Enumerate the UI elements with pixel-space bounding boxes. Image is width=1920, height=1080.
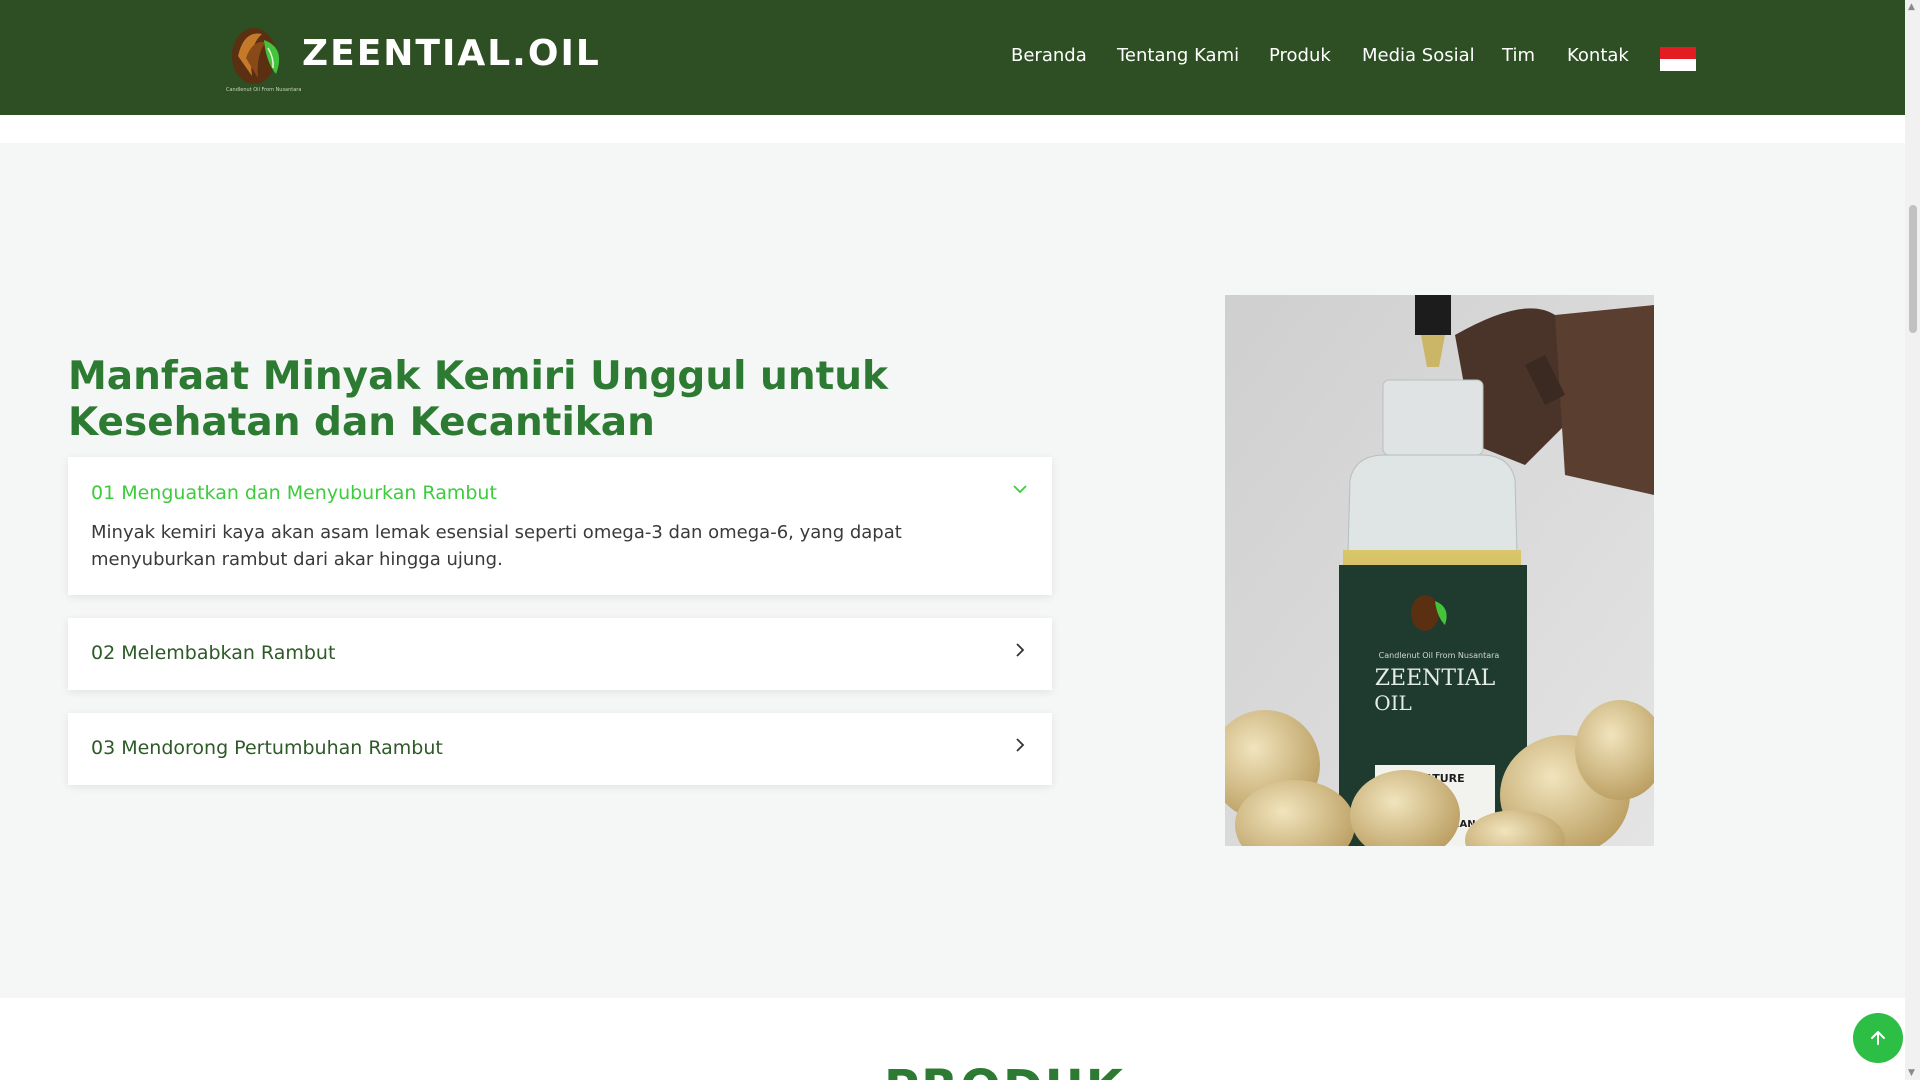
accordion-item-1[interactable]: 01 Menguatkan dan Menyuburkan Rambut Min… bbox=[68, 457, 1052, 595]
main-nav: Beranda Tentang Kami Produk Media Sosial… bbox=[0, 45, 1905, 71]
nav-beranda[interactable]: Beranda bbox=[1011, 45, 1087, 66]
arrow-up-icon bbox=[1871, 1031, 1885, 1045]
site-header: ZEENTIAL.OIL Candlenut Oil From Nusantar… bbox=[0, 0, 1905, 115]
nav-tim[interactable]: Tim bbox=[1502, 45, 1535, 66]
bottle-small-label: Candlenut Oil From Nusantara bbox=[1379, 651, 1500, 660]
product-photo: Candlenut Oil From Nusantara ZEENTIAL OI… bbox=[1225, 295, 1654, 846]
chevron-right-icon[interactable] bbox=[1010, 735, 1030, 755]
chevron-right-icon[interactable] bbox=[1010, 640, 1030, 660]
accordion-item-3[interactable]: 03 Mendorong Pertumbuhan Rambut bbox=[68, 713, 1052, 785]
nav-tentang-kami[interactable]: Tentang Kami bbox=[1117, 45, 1239, 66]
nav-media-sosial[interactable]: Media Sosial bbox=[1362, 45, 1475, 66]
scrollbar-thumb[interactable] bbox=[1909, 205, 1917, 333]
section-heading: Manfaat Minyak Kemiri Unggul untuk Keseh… bbox=[68, 354, 888, 445]
scroll-down-arrow-icon[interactable]: ▼ bbox=[1908, 1068, 1915, 1078]
accordion-title-3[interactable]: 03 Mendorong Pertumbuhan Rambut bbox=[91, 737, 443, 759]
back-to-top-button[interactable] bbox=[1853, 1013, 1903, 1063]
bottle-name-line1: ZEENTIAL bbox=[1375, 666, 1496, 691]
page-scrollbar[interactable]: ▲ ▼ bbox=[1905, 0, 1920, 1080]
accordion-title-2[interactable]: 02 Melembabkan Rambut bbox=[91, 642, 335, 664]
indonesia-flag-icon[interactable] bbox=[1660, 47, 1696, 71]
scroll-up-arrow-icon[interactable]: ▲ bbox=[1908, 2, 1915, 12]
bottle-name-line2: OIL bbox=[1374, 691, 1412, 715]
accordion-title-1[interactable]: 01 Menguatkan dan Menyuburkan Rambut bbox=[91, 482, 497, 504]
brand-tagline: Candlenut Oil From Nusantara bbox=[226, 87, 302, 93]
produk-section-title: PRODUK bbox=[884, 1060, 1125, 1080]
accordion-body-1: Minyak kemiri kaya akan asam lemak esens… bbox=[91, 522, 902, 570]
nav-kontak[interactable]: Kontak bbox=[1567, 45, 1629, 66]
accordion-item-2[interactable]: 02 Melembabkan Rambut bbox=[68, 618, 1052, 690]
nav-produk[interactable]: Produk bbox=[1269, 45, 1331, 66]
chevron-down-icon[interactable] bbox=[1010, 479, 1030, 499]
zeential-oil-bottle-image: Candlenut Oil From Nusantara ZEENTIAL OI… bbox=[1225, 295, 1654, 846]
